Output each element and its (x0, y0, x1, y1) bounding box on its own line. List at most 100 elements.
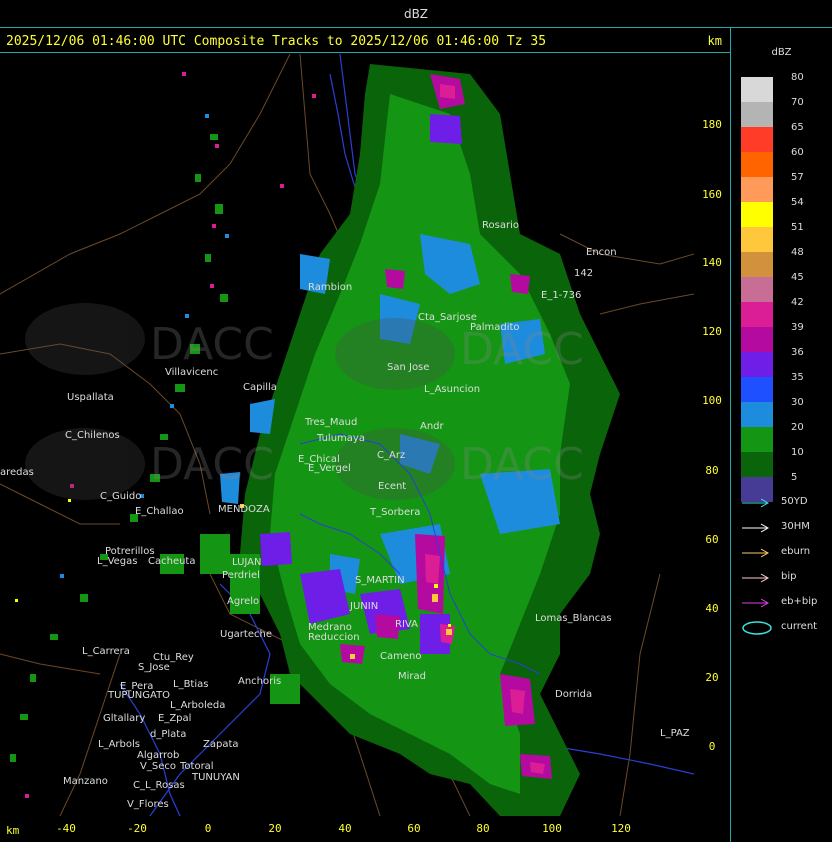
place-label: Tres_Maud (305, 417, 358, 428)
place-label: L_Arboleda (170, 700, 226, 711)
place-label: Cacheuta (148, 556, 196, 567)
y-tick-label: 20 (705, 671, 719, 684)
dbz-level-swatch: 20 (741, 422, 804, 452)
dbz-level-swatch: 30 (741, 397, 804, 427)
dbz-level-label: 5 (791, 472, 798, 483)
dbz-level-label: 80 (791, 72, 804, 83)
x-axis: km -40 -20 0 20 40 60 80 100 120 (0, 816, 730, 842)
place-label: L_Vegas (97, 556, 138, 567)
dbz-level-swatch: 35 (741, 372, 804, 402)
place-label: C_Arz (377, 450, 406, 461)
dbz-level-label: 42 (791, 297, 804, 308)
place-label: MENDOZA (218, 504, 270, 515)
y-tick-label: 80 (705, 464, 719, 477)
dbz-level-label: 57 (791, 172, 804, 183)
place-label: V_Seco (140, 761, 176, 772)
x-tick-label: -40 (56, 822, 76, 835)
radar-map[interactable]: DACC DACC DACC DACC Uspallata C_Chilenos… (0, 53, 695, 817)
place-label: Ugarteche (220, 629, 272, 640)
place-label: Palmadito (470, 322, 520, 333)
dbz-level-label: 51 (791, 222, 804, 233)
arrow-icon (742, 573, 770, 583)
x-tick-label: 0 (204, 822, 212, 835)
place-label: Anchoris (238, 676, 282, 687)
place-label: RIVA (395, 619, 418, 630)
place-label: LUJAN (232, 557, 262, 568)
track-30hm: 30HM (741, 520, 831, 536)
y-tick-label: 60 (705, 533, 719, 546)
arrow-icon (742, 548, 770, 558)
dbz-level-label: 54 (791, 197, 804, 208)
x-tick-label: 60 (407, 822, 421, 835)
place-label: Perdriel (222, 570, 260, 581)
place-label: aredas (0, 467, 34, 478)
x-axis-unit: km (6, 824, 20, 837)
track-eburn: eburn (741, 545, 831, 561)
window-title: dBZ (403, 7, 429, 21)
dbz-level-label: 20 (791, 422, 804, 433)
y-tick-label: 120 (702, 325, 722, 338)
place-label: C_Chilenos (65, 430, 120, 441)
place-label: TUNUYAN (192, 772, 240, 783)
place-label: Encon (586, 247, 617, 258)
place-label: L_Asuncion (424, 384, 481, 395)
place-label: Cameno (380, 651, 422, 662)
track-bip: bip (741, 570, 831, 586)
ellipse-icon (742, 621, 772, 635)
dbz-level-swatch: 42 (741, 297, 804, 327)
place-label: Rambion (308, 282, 353, 293)
dbz-level-swatch: 65 (741, 122, 804, 152)
x-tick-label: 80 (476, 822, 490, 835)
y-axis: 180 160 140 120 100 80 60 40 20 0 (694, 54, 730, 816)
place-label: Uspallata (67, 392, 114, 403)
x-tick-label: 100 (542, 822, 562, 835)
place-label: C_Guido (100, 491, 142, 502)
place-label: Cta_Sarjose (418, 312, 477, 323)
place-label: Rosario (482, 220, 519, 231)
legend-title: dBZ (771, 47, 792, 58)
y-tick-label: 0 (708, 740, 716, 753)
dbz-level-label: 39 (791, 322, 804, 333)
dbz-level-swatch: 70 (741, 97, 804, 127)
track-label: bip (781, 571, 797, 582)
y-tick-label: 140 (702, 256, 722, 269)
svg-text:DACC: DACC (150, 439, 274, 490)
dbz-level-swatch: 45 (741, 272, 804, 302)
place-label: JUNIN (350, 601, 379, 612)
arrow-icon (742, 523, 770, 533)
dbz-legend: dBZ 80 70 65 60 57 54 51 48 45 42 39 36 35 30 20 10 5 50… (731, 29, 832, 842)
dbz-level-swatch: 54 (741, 197, 804, 227)
dbz-level-label: 10 (791, 447, 804, 458)
dbz-color-scale: 80 70 65 60 57 54 51 48 45 42 39 36 35 30 20 10 5 (741, 72, 804, 502)
dbz-level-swatch: 57 (741, 172, 804, 202)
place-label: E_1-736 (541, 290, 582, 301)
place-label: TUPUNGATO (108, 690, 171, 701)
place-label: Totoral (180, 761, 214, 772)
dbz-level-label: 48 (791, 247, 804, 258)
place-label: E_Vergel (308, 463, 351, 474)
track-label: eb+bip (781, 596, 818, 607)
dbz-level-swatch: 10 (741, 447, 804, 477)
svg-text:DACC: DACC (460, 439, 584, 490)
track-label: current (781, 621, 818, 632)
track-label: eburn (781, 546, 811, 557)
dbz-level-swatch: 80 (741, 72, 804, 102)
place-label: Reduccion (308, 632, 360, 643)
place-label: Lomas_Blancas (535, 613, 612, 624)
dbz-level-label: 35 (791, 372, 804, 383)
y-tick-label: 180 (702, 118, 722, 131)
place-label: E_Challao (135, 506, 184, 517)
place-label: Andr (420, 421, 444, 432)
place-label: Manzano (63, 776, 108, 787)
place-label: L_Arbols (98, 739, 140, 750)
place-label: L_PAZ (660, 728, 690, 739)
place-label: Capilla (243, 382, 277, 393)
header-unit: km (707, 34, 722, 48)
place-label: San Jose (387, 362, 430, 373)
place-label: Mirad (398, 671, 426, 682)
dbz-level-label: 30 (791, 397, 804, 408)
svg-text:DACC: DACC (150, 319, 274, 370)
place-label: Villavicenc (165, 367, 219, 378)
dbz-level-label: 36 (791, 347, 804, 358)
y-tick-label: 100 (702, 394, 722, 407)
